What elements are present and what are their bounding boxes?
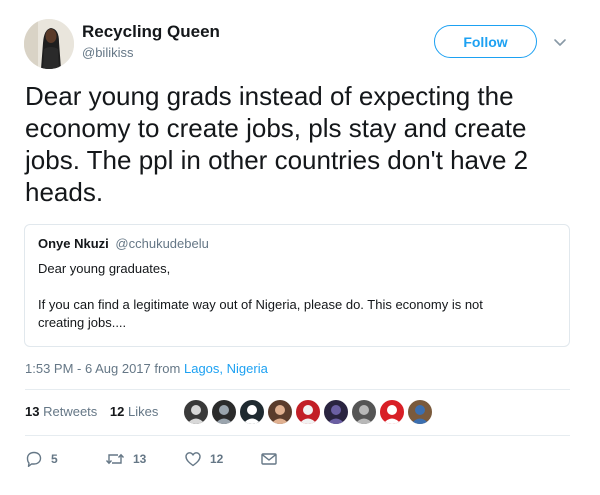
tweet-actions: 5 13 12 (25, 449, 325, 469)
likes-stat-label: Likes (128, 404, 159, 419)
reply-count: 5 (51, 452, 58, 466)
retweets-stat-label: Retweets (43, 404, 98, 419)
retweets-stat[interactable]: 13 Retweets (25, 404, 97, 419)
liker-avatar[interactable] (239, 399, 265, 425)
quoted-author-name: Onye Nkuzi (38, 236, 109, 251)
tweet-text: Dear young grads instead of expecting th… (25, 81, 529, 207)
likes-stat-count: 12 (109, 404, 125, 419)
liker-avatar[interactable] (351, 399, 377, 425)
retweet-button[interactable]: 13 (105, 449, 146, 469)
follow-button[interactable]: Follow (434, 25, 537, 58)
tweet-time[interactable]: 1:53 PM - 6 Aug 2017 from (25, 361, 184, 376)
retweet-icon (105, 453, 125, 465)
author-handle[interactable]: @bilikiss (82, 45, 133, 60)
direct-message-button[interactable] (260, 449, 278, 469)
quoted-tweet[interactable]: Onye Nkuzi @cchukudebelu Dear young grad… (24, 224, 570, 347)
retweets-stat-count: 13 (25, 404, 40, 419)
likes-stat[interactable]: 12 Likes (110, 404, 158, 419)
tweet-location-link[interactable]: Lagos, Nigeria (184, 361, 268, 376)
divider (25, 389, 570, 390)
liker-avatar[interactable] (379, 399, 405, 425)
retweet-count: 13 (133, 452, 147, 466)
chevron-down-icon[interactable] (552, 34, 568, 50)
engagement-stats: 13 Retweets 12 Likes (25, 404, 167, 419)
liker-avatars (183, 399, 443, 425)
author-name[interactable]: Recycling Queen (82, 22, 220, 42)
reply-button[interactable]: 5 (25, 449, 58, 469)
like-count: 12 (210, 452, 224, 466)
author-avatar[interactable] (24, 19, 74, 69)
quoted-tweet-header: Onye Nkuzi @cchukudebelu (38, 236, 209, 251)
heart-icon (185, 452, 201, 467)
liker-avatar[interactable] (407, 399, 433, 425)
liker-avatar[interactable] (323, 399, 349, 425)
liker-avatar[interactable] (295, 399, 321, 425)
tweet-card: Recycling Queen @bilikiss Follow Dear yo… (0, 0, 600, 495)
envelope-icon (261, 453, 277, 465)
liker-avatar[interactable] (183, 399, 209, 425)
liker-avatar[interactable] (267, 399, 293, 425)
like-button[interactable]: 12 (184, 449, 223, 469)
quoted-tweet-text: Dear young graduates, If you can find a … (38, 261, 483, 330)
divider (25, 435, 570, 436)
reply-icon (26, 451, 42, 467)
tweet-timestamp: 1:53 PM - 6 Aug 2017 from Lagos, Nigeria (25, 361, 268, 376)
liker-avatar[interactable] (211, 399, 237, 425)
quoted-author-handle: @cchukudebelu (115, 236, 209, 251)
